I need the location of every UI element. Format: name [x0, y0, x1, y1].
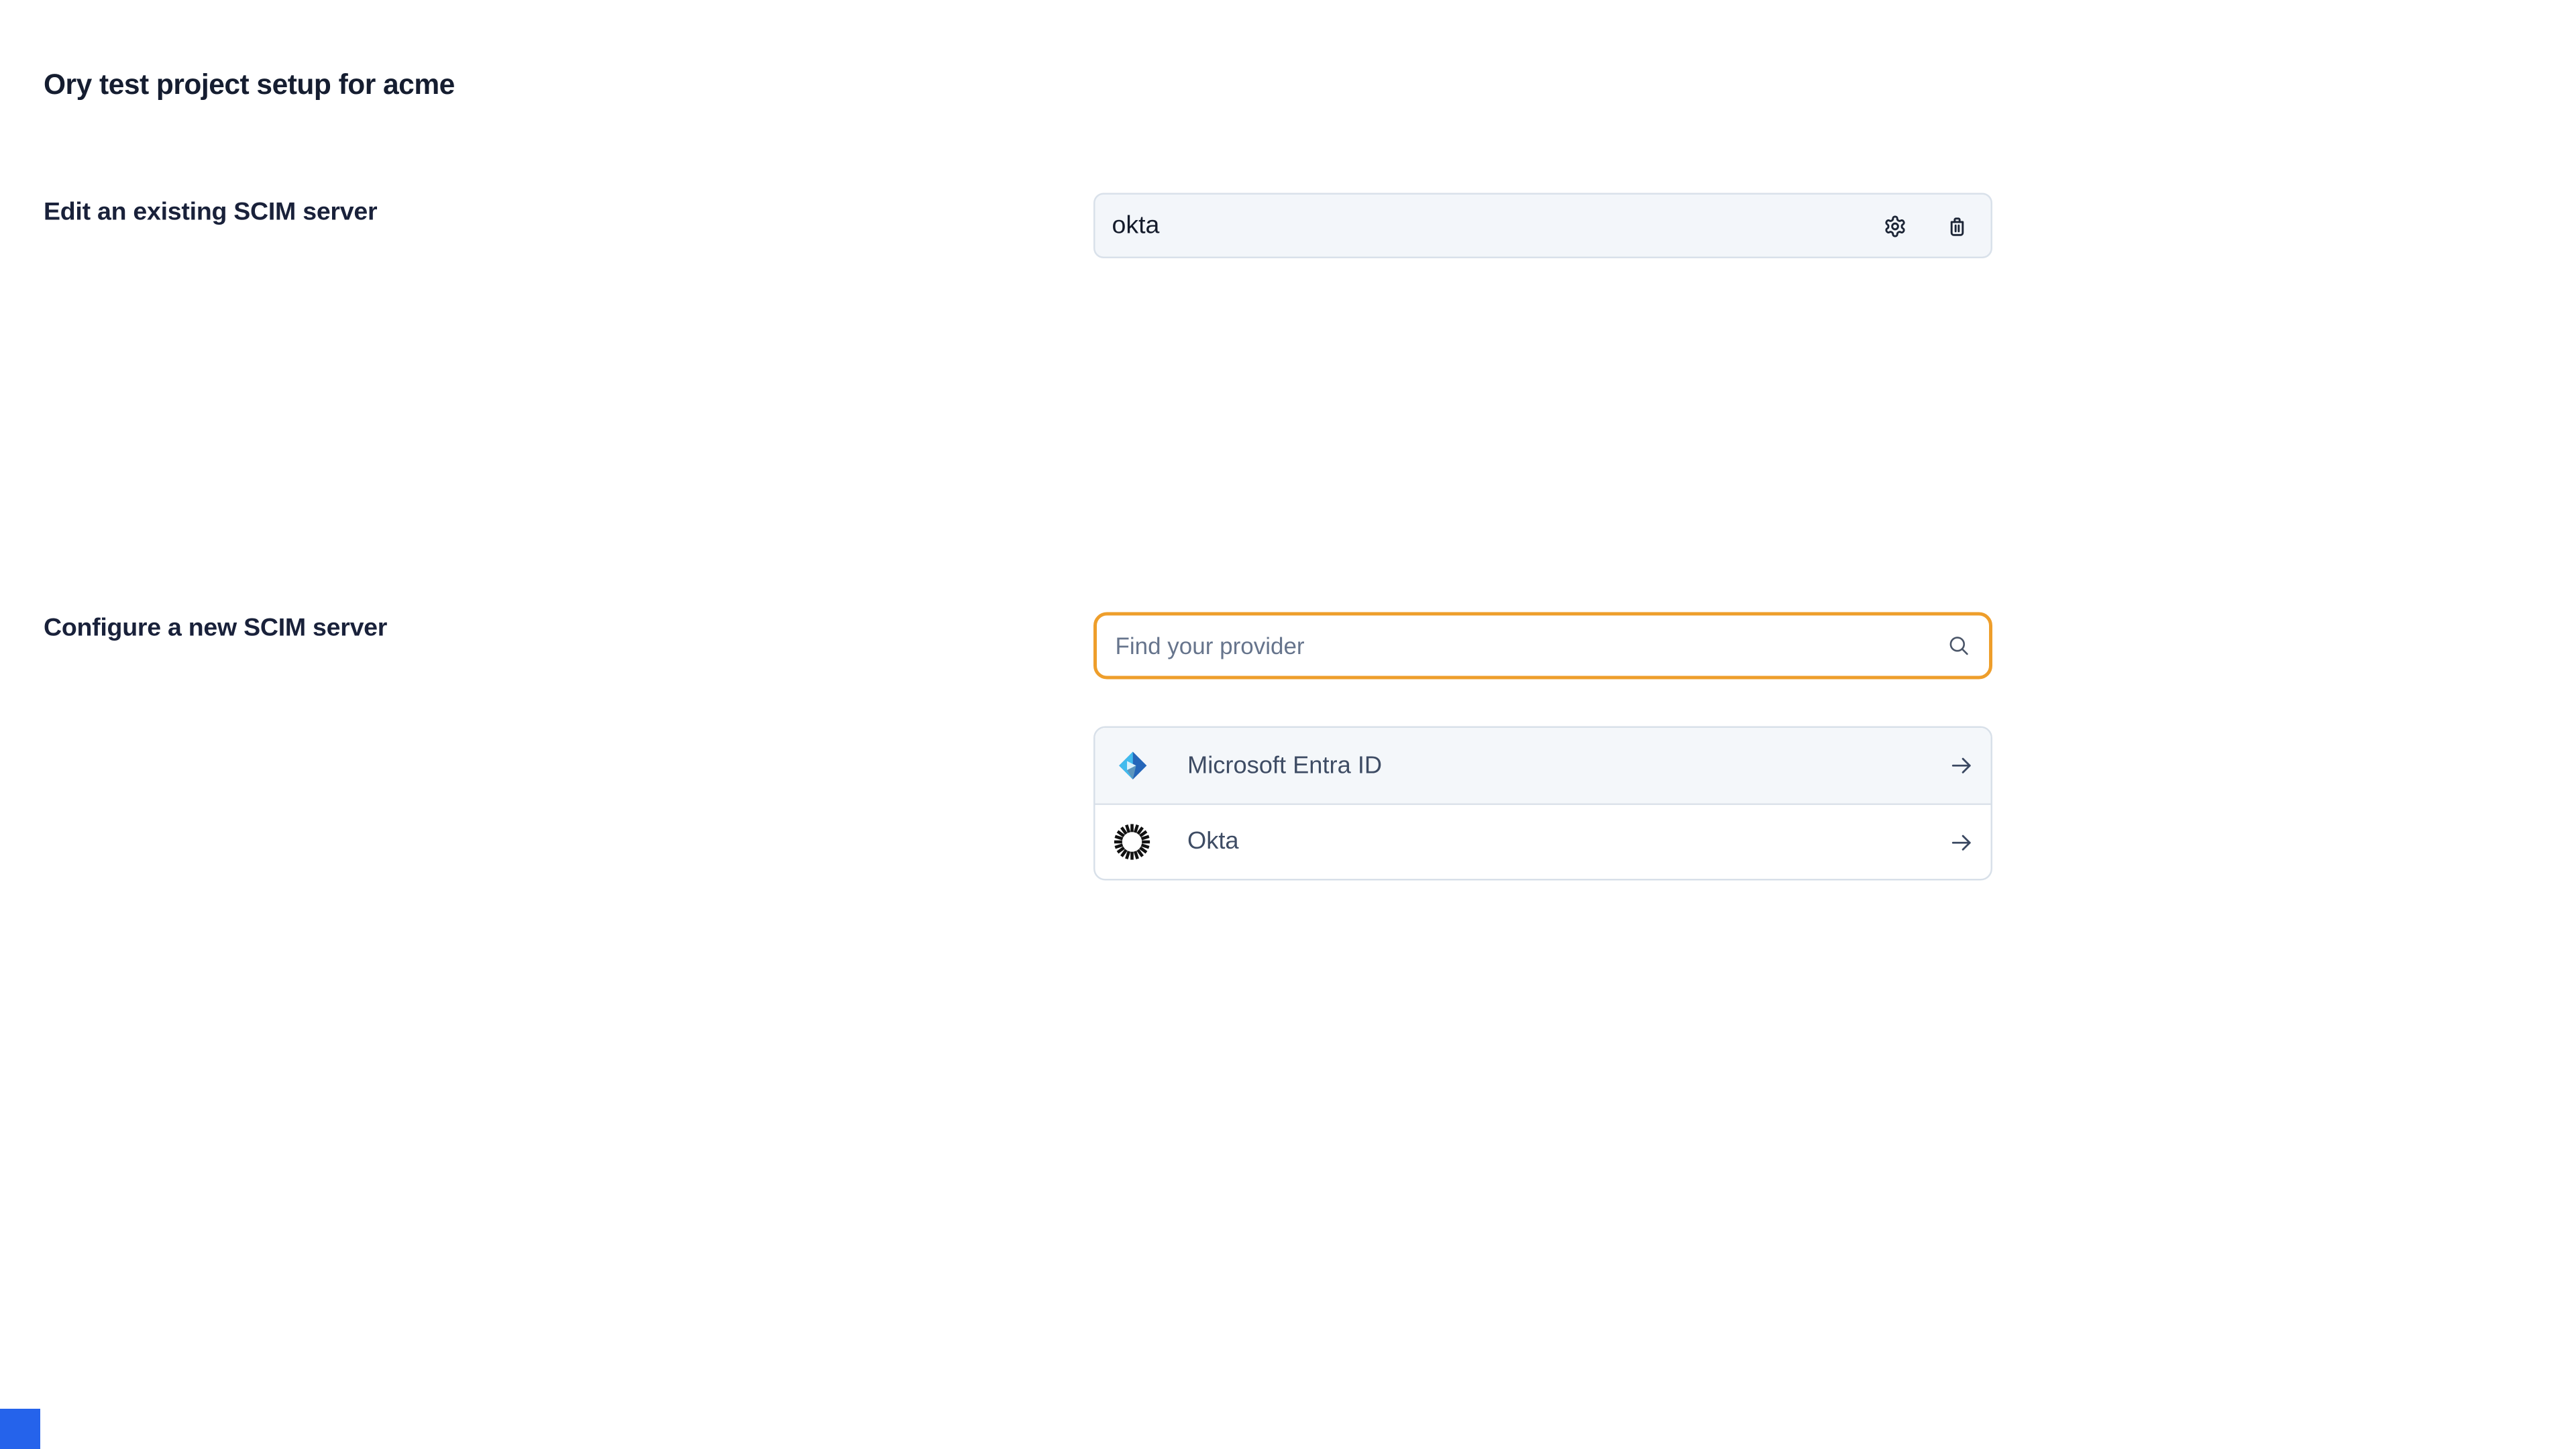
provider-search — [1093, 612, 1992, 680]
configure-scim-server-label: Configure a new SCIM server — [44, 614, 387, 643]
provider-row-okta[interactable]: Okta — [1095, 804, 1991, 879]
edit-scim-server-label: Edit an existing SCIM server — [44, 198, 377, 227]
microsoft-entra-id-logo — [1114, 747, 1150, 784]
page: Ory test project setup for acme Edit an … — [0, 0, 2576, 1449]
arrow-right-icon — [1949, 829, 1974, 855]
provider-list: Microsoft Entra ID — [1093, 727, 1992, 881]
page-title: Ory test project setup for acme — [44, 69, 455, 103]
provider-row-microsoft-entra-id[interactable]: Microsoft Entra ID — [1095, 728, 1991, 804]
server-delete-button[interactable] — [1945, 214, 1969, 237]
arrow-right-icon — [1949, 753, 1974, 779]
okta-logo — [1114, 824, 1150, 861]
provider-name: Microsoft Entra ID — [1187, 752, 1949, 779]
provider-name: Okta — [1187, 828, 1949, 855]
settings-icon — [1884, 214, 1907, 237]
provider-search-input[interactable] — [1093, 612, 1992, 680]
server-settings-button[interactable] — [1884, 214, 1907, 237]
existing-server-row: okta — [1093, 193, 1992, 259]
trash-icon — [1945, 214, 1969, 237]
corner-blue-square — [0, 1409, 40, 1449]
server-name: okta — [1112, 211, 1884, 240]
